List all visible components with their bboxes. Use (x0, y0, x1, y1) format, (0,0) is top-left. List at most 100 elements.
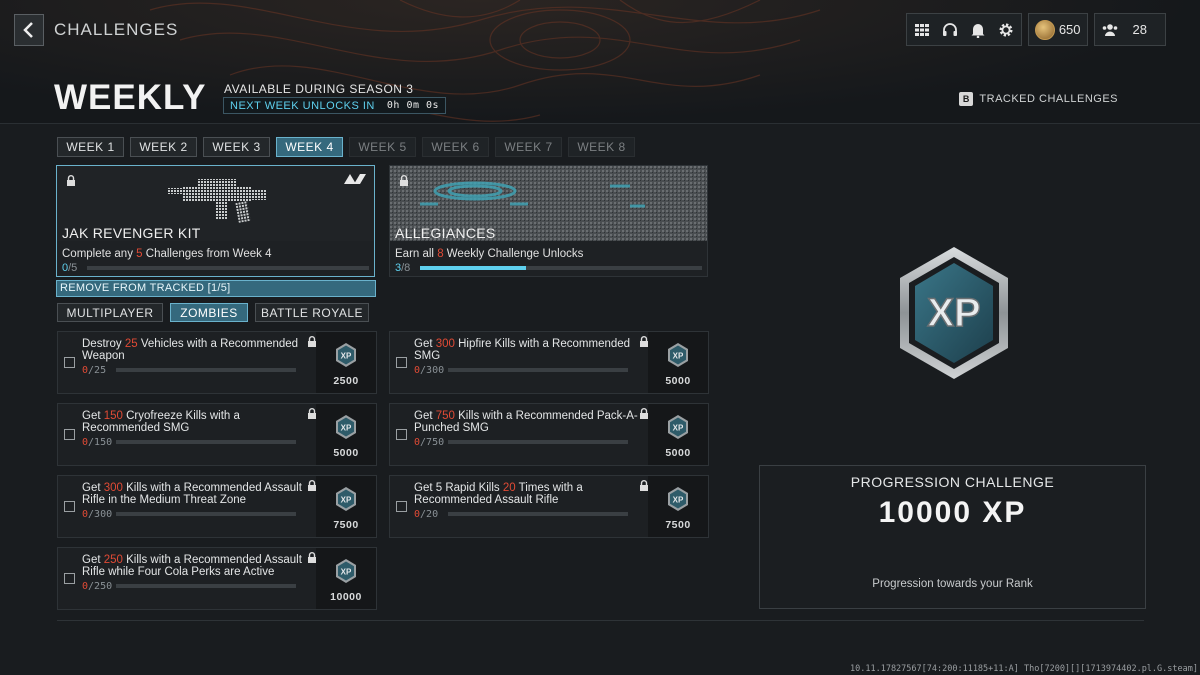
tab-week-8[interactable]: WEEK 8 (568, 137, 635, 157)
bottom-divider (57, 620, 1144, 621)
lock-icon (640, 480, 648, 491)
challenge-card[interactable]: Get 250 Kills with a Recommended Assault… (57, 547, 377, 610)
mode-tabs: MULTIPLAYER ZOMBIES BATTLE ROYALE (57, 303, 369, 322)
challenge-card[interactable]: Get 5 Rapid Kills 20 Times with a Recomm… (389, 475, 709, 538)
lock-icon (308, 480, 316, 491)
challenge-reward: XP 10000 (308, 548, 376, 609)
challenge-progress-bar (116, 440, 296, 444)
tab-battle-royale[interactable]: BATTLE ROYALE (255, 303, 369, 322)
svg-text:XP: XP (673, 496, 684, 505)
challenge-progress-bar (116, 584, 296, 588)
challenge-progress-count: 0/750 (414, 437, 445, 448)
reward-title: JAK REVENGER KIT (62, 225, 201, 241)
progress-fill (420, 266, 526, 270)
xp-token-icon: XP (668, 415, 688, 439)
tab-week-3[interactable]: WEEK 3 (203, 137, 270, 157)
challenge-description: Get 250 Kills with a Recommended Assault… (82, 554, 302, 578)
party-count: 28 (1132, 22, 1147, 37)
challenge-reward: XP 5000 (640, 332, 708, 393)
key-b-icon: B (959, 92, 974, 106)
next-unlock-time: 0h 0m 0s (386, 100, 440, 111)
challenge-progress-count: 0/300 (82, 509, 113, 520)
xp-badge-text: XP (927, 291, 980, 335)
challenge-reward: XP 7500 (640, 476, 708, 537)
lock-icon (308, 552, 316, 563)
tab-week-6[interactable]: WEEK 6 (422, 137, 489, 157)
challenge-card[interactable]: Get 150 Cryofreeze Kills with a Recommen… (57, 403, 377, 466)
tab-zombies[interactable]: ZOMBIES (170, 303, 248, 322)
xp-token-icon: XP (336, 487, 356, 511)
top-right-toolbar: 650 28 (905, 13, 1166, 46)
challenge-reward: XP 5000 (308, 404, 376, 465)
week-tabs: WEEK 1 WEEK 2 WEEK 3 WEEK 4 WEEK 5 WEEK … (57, 137, 635, 157)
track-checkbox[interactable] (396, 429, 407, 440)
svg-text:XP: XP (673, 424, 684, 433)
challenge-progress-count: 0/300 (414, 365, 445, 376)
reward-progress-bar (420, 266, 702, 270)
challenge-progress-bar (448, 512, 628, 516)
xp-token-icon: XP (668, 343, 688, 367)
track-checkbox[interactable] (64, 573, 75, 584)
challenge-card[interactable]: Get 750 Kills with a Recommended Pack-A-… (389, 403, 709, 466)
track-checkbox[interactable] (396, 357, 407, 368)
reward-title: ALLEGIANCES (395, 225, 496, 241)
challenge-description: Get 5 Rapid Kills 20 Times with a Recomm… (414, 482, 583, 506)
xp-token-icon: XP (336, 415, 356, 439)
lock-icon (308, 408, 316, 419)
challenge-xp-reward: 5000 (665, 375, 691, 387)
challenge-reward: XP 7500 (308, 476, 376, 537)
challenge-progress-bar (448, 368, 628, 372)
reward-description: Earn all 8 Weekly Challenge Unlocks (395, 248, 584, 260)
challenge-card[interactable]: Get 300 Hipfire Kills with a Recommended… (389, 331, 709, 394)
challenge-progress-bar (116, 368, 296, 372)
gear-icon[interactable] (997, 21, 1015, 39)
challenge-reward: XP 5000 (640, 404, 708, 465)
tracked-challenges-button[interactable]: B TRACKED CHALLENGES (959, 92, 1118, 106)
reward-card-jak-revenger[interactable]: JAK REVENGER KIT Complete any 5 Challeng… (56, 165, 375, 277)
tab-multiplayer[interactable]: MULTIPLAYER (57, 303, 163, 322)
challenge-card[interactable]: Get 300 Kills with a Recommended Assault… (57, 475, 377, 538)
tab-week-1[interactable]: WEEK 1 (57, 137, 124, 157)
track-checkbox[interactable] (64, 501, 75, 512)
challenge-xp-reward: 5000 (333, 447, 359, 459)
challenge-reward: XP 2500 (308, 332, 376, 393)
header-band: CHALLENGES WEEKLY AVAILABLE DURING SEASO… (0, 0, 1200, 124)
track-checkbox[interactable] (64, 357, 75, 368)
track-checkbox[interactable] (396, 501, 407, 512)
track-checkbox[interactable] (64, 429, 75, 440)
tab-week-4[interactable]: WEEK 4 (276, 137, 343, 157)
challenge-xp-reward: 2500 (333, 375, 359, 387)
svg-text:XP: XP (341, 496, 352, 505)
bell-icon[interactable] (969, 21, 987, 39)
challenge-progress-bar (448, 440, 628, 444)
challenge-progress-count: 0/25 (82, 365, 107, 376)
progression-title: PROGRESSION CHALLENGE (850, 474, 1055, 490)
currency-display[interactable]: 650 (1027, 13, 1088, 46)
svg-text:XP: XP (341, 424, 352, 433)
next-unlock-label: NEXT WEEK UNLOCKS IN (230, 99, 375, 112)
lock-icon (640, 408, 648, 419)
svg-text:XP: XP (341, 352, 352, 361)
tab-week-5[interactable]: WEEK 5 (349, 137, 416, 157)
party-display[interactable]: 28 (1093, 13, 1166, 46)
grid-icon[interactable] (913, 21, 931, 39)
progression-description: Progression towards your Rank (872, 578, 1033, 590)
utility-icons (905, 13, 1022, 46)
reward-card-allegiances[interactable]: ALLEGIANCES Earn all 8 Weekly Challenge … (389, 165, 708, 277)
headset-icon[interactable] (941, 21, 959, 39)
challenge-xp-reward: 7500 (665, 519, 691, 531)
page-title: CHALLENGES (54, 20, 179, 39)
challenge-card[interactable]: Destroy 25 Vehicles with a Recommended W… (57, 331, 377, 394)
tab-week-2[interactable]: WEEK 2 (130, 137, 197, 157)
progression-xp: 10000 XP (878, 496, 1027, 529)
reward-progress-count: 3/8 (395, 262, 411, 274)
svg-text:XP: XP (341, 568, 352, 577)
tab-week-7[interactable]: WEEK 7 (495, 137, 562, 157)
challenge-progress-count: 0/250 (82, 581, 113, 592)
back-button[interactable] (14, 14, 44, 46)
remove-from-tracked-button[interactable]: REMOVE FROM TRACKED [1/5] (56, 280, 376, 297)
reward-description: Complete any 5 Challenges from Week 4 (62, 248, 272, 260)
cod-points-icon (1034, 19, 1055, 40)
xp-token-icon: XP (336, 559, 356, 583)
challenge-progress-count: 0/150 (82, 437, 113, 448)
